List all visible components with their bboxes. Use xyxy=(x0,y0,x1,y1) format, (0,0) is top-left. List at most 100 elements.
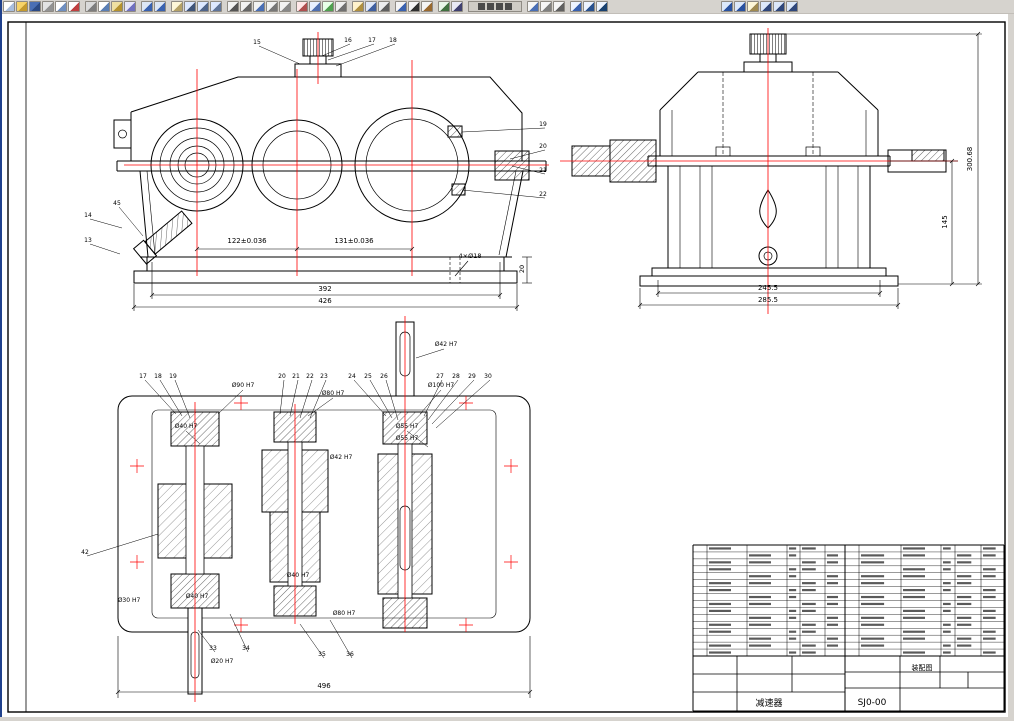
copy-icon[interactable] xyxy=(98,1,110,12)
bom-cell-text-placeholder xyxy=(943,603,951,605)
layers-icon[interactable] xyxy=(352,1,364,12)
bom-cell-text-placeholder xyxy=(903,596,925,598)
bom-cell-text-placeholder xyxy=(861,617,884,619)
properties-icon[interactable] xyxy=(365,1,377,12)
line-icon[interactable] xyxy=(227,1,239,12)
toolbar-group-osnap-widget xyxy=(468,1,522,12)
area-icon[interactable] xyxy=(451,1,463,12)
redraw-icon[interactable] xyxy=(570,1,582,12)
regen-icon[interactable] xyxy=(583,1,595,12)
print-icon[interactable] xyxy=(42,1,54,12)
bom-cell-text-placeholder xyxy=(789,596,796,598)
spelling-icon[interactable] xyxy=(68,1,80,12)
hatch-icon[interactable] xyxy=(421,1,433,12)
bom-cell-text-placeholder xyxy=(749,603,771,605)
bom-cell-text-placeholder xyxy=(802,624,816,626)
open-icon[interactable] xyxy=(16,1,28,12)
side-view xyxy=(572,34,946,286)
dimension-label: 496 xyxy=(317,682,331,690)
bom-cell-text-placeholder xyxy=(709,582,731,584)
part-callout: 30 xyxy=(484,373,492,380)
zoom-out-icon[interactable] xyxy=(773,1,785,12)
bom-cell-text-placeholder xyxy=(983,638,996,640)
zoom-previous-icon[interactable] xyxy=(210,1,222,12)
part-callout: 19 xyxy=(169,373,177,380)
erase-icon[interactable] xyxy=(296,1,308,12)
new-icon[interactable] xyxy=(3,1,15,12)
bom-cell-text-placeholder xyxy=(709,631,731,633)
ortho-icon[interactable] xyxy=(553,1,565,12)
forward-icon[interactable] xyxy=(734,1,746,12)
drawing-canvas[interactable]: 减速器 装配图 SJ0-00 122±0.036131±0.0363924264… xyxy=(0,14,1014,721)
bom-cell-text-placeholder xyxy=(983,589,996,591)
part-callout: 26 xyxy=(380,373,388,380)
leader-line xyxy=(259,46,300,64)
paste-icon[interactable] xyxy=(111,1,123,12)
mirror-icon[interactable] xyxy=(335,1,347,12)
zoom-realtime-icon[interactable] xyxy=(184,1,196,12)
named-views-icon[interactable] xyxy=(596,1,608,12)
dimension-label: Ø55 H7 xyxy=(396,423,419,430)
leader-line xyxy=(87,534,158,556)
zoom-in-icon[interactable] xyxy=(760,1,772,12)
undo-icon[interactable] xyxy=(141,1,153,12)
leader-line xyxy=(370,380,392,418)
bom-cell-text-placeholder xyxy=(709,610,731,612)
redo-icon[interactable] xyxy=(154,1,166,12)
leader-line xyxy=(290,380,298,416)
zoom-window-icon[interactable] xyxy=(197,1,209,12)
part-callout: 16 xyxy=(344,37,352,44)
rotate-icon[interactable] xyxy=(322,1,334,12)
text-icon[interactable] xyxy=(408,1,420,12)
bom-cell-text-placeholder xyxy=(749,575,771,577)
arc-icon[interactable] xyxy=(266,1,278,12)
part-callout: 28 xyxy=(452,373,460,380)
dimension-label: Ø42 H7 xyxy=(435,341,458,348)
bom-cell-text-placeholder xyxy=(943,651,951,653)
save-icon[interactable] xyxy=(29,1,41,12)
bom-cell-text-placeholder xyxy=(789,631,796,633)
dimension-label: Ø40 H7 xyxy=(175,423,198,430)
part-callout: 23 xyxy=(320,373,328,380)
bom-cell-text-placeholder xyxy=(903,617,925,619)
toolbar-text-glyph xyxy=(478,3,485,10)
bom-cell-text-placeholder xyxy=(903,554,925,556)
dimension-label: Ø90 H7 xyxy=(232,382,255,389)
toolbar-text-widget[interactable] xyxy=(468,1,522,12)
dimension-label: Ø100 H7 xyxy=(428,382,455,389)
pan-realtime-icon[interactable] xyxy=(747,1,759,12)
distance-icon[interactable] xyxy=(438,1,450,12)
object-snap-icon[interactable] xyxy=(527,1,539,12)
part-callout: 20 xyxy=(539,143,547,150)
print-preview-icon[interactable] xyxy=(55,1,67,12)
bom-cell-text-placeholder xyxy=(943,644,951,646)
bom-cell-text-placeholder xyxy=(903,651,925,653)
bom-cell-text-placeholder xyxy=(903,638,925,640)
polyline-icon[interactable] xyxy=(240,1,252,12)
match-properties-icon[interactable] xyxy=(124,1,136,12)
back-icon[interactable] xyxy=(721,1,733,12)
circle-icon[interactable] xyxy=(253,1,265,12)
rectangle-icon[interactable] xyxy=(279,1,291,12)
window-bottom-edge xyxy=(0,717,1014,721)
move-icon[interactable] xyxy=(309,1,321,12)
bom-cell-text-placeholder xyxy=(749,638,771,640)
grid-icon[interactable] xyxy=(540,1,552,12)
bom-cell-text-placeholder xyxy=(802,568,816,570)
cut-icon[interactable] xyxy=(85,1,97,12)
part-callout: 21 xyxy=(539,167,547,174)
part-callout: 29 xyxy=(468,373,476,380)
dimension-label: Ø55 H7 xyxy=(396,435,419,442)
linetype-icon[interactable] xyxy=(378,1,390,12)
part-callout: 17 xyxy=(139,373,147,380)
part-callout: 45 xyxy=(113,200,121,207)
bom-cell-text-placeholder xyxy=(957,561,971,563)
part-callout: 24 xyxy=(348,373,356,380)
pan-icon[interactable] xyxy=(171,1,183,12)
dimension-icon[interactable] xyxy=(395,1,407,12)
bom-cell-text-placeholder xyxy=(802,644,816,646)
zoom-extents-icon[interactable] xyxy=(786,1,798,12)
leader-line xyxy=(328,44,374,60)
bom-cell-text-placeholder xyxy=(749,582,771,584)
toolbar-group-display xyxy=(570,1,608,12)
